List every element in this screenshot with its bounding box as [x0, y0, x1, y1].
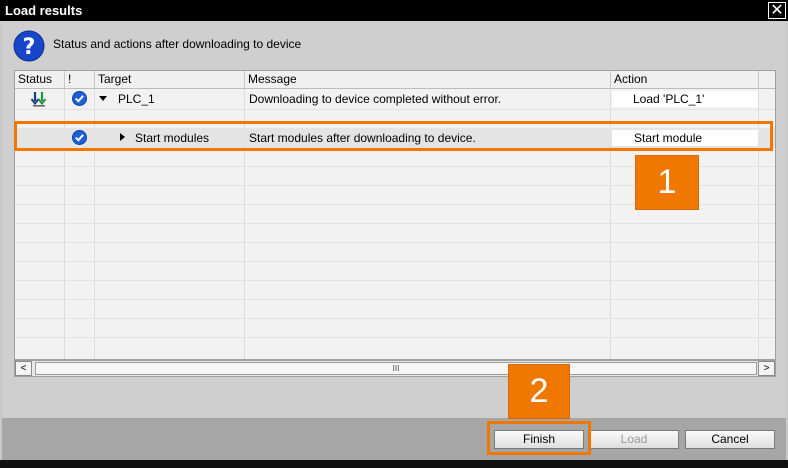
expanded-triangle-icon[interactable] [99, 96, 107, 102]
action-cell[interactable]: Load 'PLC_1' [612, 91, 758, 107]
title-bar: Load results ✕ [0, 0, 788, 21]
svg-text:?: ? [23, 35, 36, 60]
scroll-right-button[interactable]: > [758, 361, 775, 376]
cancel-button[interactable]: Cancel [685, 430, 775, 449]
question-icon: ? [13, 30, 45, 62]
row-divider [15, 337, 775, 338]
target-cell: PLC_1 [118, 92, 155, 106]
horizontal-scrollbar[interactable]: < III > [14, 360, 776, 377]
bottom-edge [0, 460, 788, 468]
row-divider [15, 109, 775, 110]
load-button[interactable]: Load [589, 430, 679, 449]
callout-badge-1: 1 [635, 155, 699, 210]
action-value: Load 'PLC_1' [633, 92, 705, 106]
column-header-target[interactable]: Target [95, 71, 245, 89]
check-circle-icon [72, 91, 87, 106]
column-header-message[interactable]: Message [245, 71, 611, 89]
results-table: Status ! Target Message Action PLC_1 Dow… [14, 70, 776, 360]
row-divider [15, 280, 775, 281]
row-divider [15, 223, 775, 224]
row-divider [15, 261, 775, 262]
column-header-filler [759, 71, 775, 89]
scroll-left-button[interactable]: < [15, 361, 32, 376]
highlight-box-row [14, 121, 773, 151]
scroll-thumb[interactable]: III [35, 362, 757, 375]
dialog-title: Load results [5, 3, 83, 18]
header-text: Status and actions after downloading to … [53, 37, 302, 51]
column-header-bang[interactable]: ! [65, 71, 95, 89]
row-divider [15, 242, 775, 243]
highlight-box-finish [487, 421, 591, 455]
table-row[interactable]: PLC_1 Downloading to device completed wi… [15, 90, 775, 109]
message-cell: Downloading to device completed without … [249, 92, 502, 106]
column-header-action[interactable]: Action [611, 71, 759, 89]
row-divider [15, 299, 775, 300]
row-divider [15, 318, 775, 319]
callout-badge-2: 2 [508, 364, 570, 419]
column-header-status[interactable]: Status [15, 71, 65, 89]
close-icon[interactable]: ✕ [768, 2, 786, 19]
load-results-dialog: Load results ✕ ? Status and actions afte… [0, 0, 788, 468]
download-status-icon [30, 92, 47, 107]
